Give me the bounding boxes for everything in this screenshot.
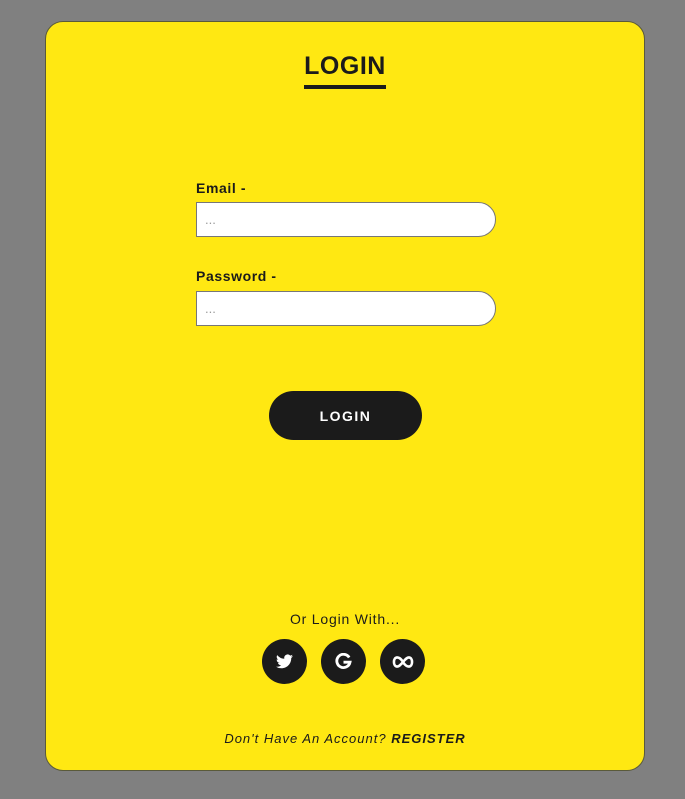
twitter-login-button[interactable] xyxy=(262,639,307,684)
twitter-icon xyxy=(276,654,293,669)
google-icon xyxy=(335,653,352,669)
email-field[interactable] xyxy=(196,202,496,237)
login-card: LOGIN Email - Password - LOGIN Or Login … xyxy=(45,21,645,771)
meta-icon xyxy=(392,655,413,668)
register-link[interactable]: REGISTER xyxy=(391,731,465,746)
password-field[interactable] xyxy=(196,291,496,326)
login-title: LOGIN xyxy=(46,52,644,89)
password-label: Password - xyxy=(196,268,277,284)
google-login-button[interactable] xyxy=(321,639,366,684)
email-label: Email - xyxy=(196,180,247,196)
login-title-text: LOGIN xyxy=(304,52,386,89)
register-prompt: Don't Have An Account? REGISTER xyxy=(46,731,644,746)
social-login-heading: Or Login With... xyxy=(289,611,401,627)
register-prompt-text: Don't Have An Account? xyxy=(224,731,387,746)
login-button[interactable]: LOGIN xyxy=(269,391,422,440)
meta-login-button[interactable] xyxy=(380,639,425,684)
